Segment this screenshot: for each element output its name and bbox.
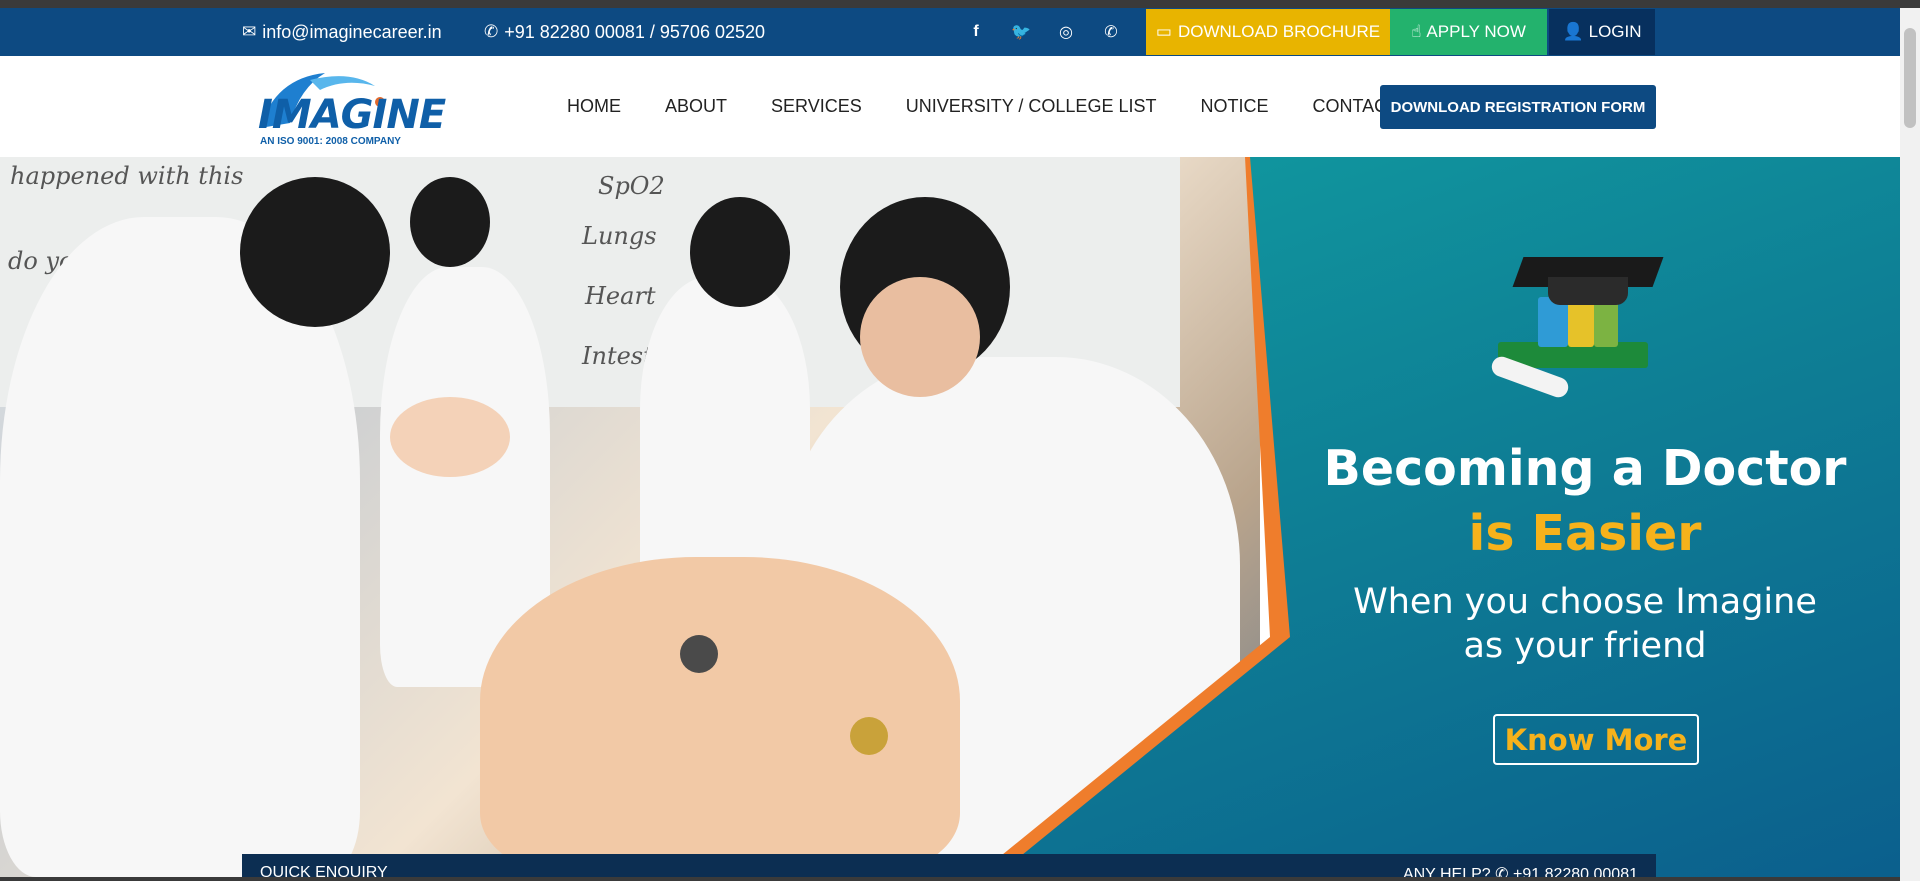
- mail-icon: ✉: [242, 22, 257, 41]
- imagine-logo[interactable]: IMAGINE AN ISO 9001: 2008 COMPANY: [240, 68, 446, 148]
- download-icon: ▭: [1155, 22, 1172, 41]
- student-head: [410, 177, 490, 267]
- login-button[interactable]: 👤 LOGIN: [1549, 9, 1655, 55]
- know-more-button[interactable]: Know More: [1493, 714, 1699, 765]
- download-registration-button[interactable]: DOWNLOAD REGISTRATION FORM: [1380, 85, 1656, 129]
- nav-item-services[interactable]: SERVICES: [771, 96, 862, 117]
- wb-text: SpO2: [598, 172, 665, 200]
- window-bottom-strip: [0, 877, 1900, 881]
- phone-text: +91 82280 00081 / 95706 02520: [504, 21, 766, 42]
- twitter-icon[interactable]: 🐦: [1010, 21, 1032, 43]
- student-face: [860, 277, 980, 397]
- hero-subtitle: When you choose Imagine as your friend: [1305, 580, 1865, 668]
- logo-tagline: AN ISO 9001: 2008 COMPANY: [260, 136, 401, 147]
- nav-item-notice[interactable]: NOTICE: [1200, 96, 1268, 117]
- nav-item-about[interactable]: ABOUT: [665, 96, 727, 117]
- manikin-sensor: [850, 717, 888, 755]
- phone-icon: ✆: [484, 22, 499, 41]
- wb-text: happened with this: [10, 162, 244, 190]
- hero-headline: Becoming a Doctor: [1323, 440, 1847, 497]
- hero-subtitle-line: as your friend: [1463, 626, 1707, 666]
- apply-label: APPLY NOW: [1426, 22, 1526, 41]
- logo-wordmark: IMAGINE: [258, 92, 446, 138]
- student-head: [240, 177, 390, 327]
- top-contact-bar: ✉ info@imaginecareer.in ✆ +91 82280 0008…: [0, 8, 1900, 56]
- student-head: [690, 197, 790, 307]
- cap-base: [1548, 277, 1628, 305]
- manikin-feet: [390, 397, 510, 477]
- user-icon: 👤: [1562, 22, 1584, 41]
- download-brochure-button[interactable]: ▭ DOWNLOAD BROCHURE: [1146, 9, 1390, 55]
- hero-subtitle-line: When you choose Imagine: [1353, 582, 1817, 622]
- hero-banner: happened with this SpO2 Lungs Heart Inte…: [0, 157, 1900, 881]
- stethoscope: [680, 635, 718, 673]
- hero-headline-highlight: is Easier: [1468, 505, 1702, 562]
- nav-item-university-list[interactable]: UNIVERSITY / COLLEGE LIST: [906, 96, 1157, 117]
- email-text: info@imaginecareer.in: [262, 21, 442, 42]
- login-label: LOGIN: [1588, 22, 1642, 41]
- brochure-label: DOWNLOAD BROCHURE: [1177, 22, 1381, 41]
- whatsapp-icon[interactable]: ✆: [1100, 21, 1122, 43]
- apply-now-button[interactable]: ☝ APPLY NOW: [1390, 9, 1547, 55]
- main-navbar: IMAGINE AN ISO 9001: 2008 COMPANY HOME A…: [0, 56, 1900, 157]
- facebook-icon[interactable]: f: [965, 21, 987, 43]
- page-scrollbar[interactable]: [1900, 8, 1920, 881]
- wb-text: Heart: [585, 282, 656, 310]
- medical-manikin: [480, 557, 960, 877]
- nav-item-home[interactable]: HOME: [567, 96, 621, 117]
- nav-menu: HOME ABOUT SERVICES UNIVERSITY / COLLEGE…: [567, 56, 1442, 157]
- email-contact[interactable]: ✉ info@imaginecareer.in: [242, 8, 442, 56]
- scrollbar-thumb[interactable]: [1904, 28, 1916, 128]
- phone-contact[interactable]: ✆ +91 82280 00081 / 95706 02520: [484, 8, 765, 56]
- graduation-cap-books-icon: [1488, 237, 1664, 417]
- window-top-strip: [0, 0, 1920, 8]
- wb-text: Lungs: [582, 222, 657, 250]
- social-links: f 🐦 ◎ ✆: [965, 8, 1145, 56]
- hero-photo: happened with this SpO2 Lungs Heart Inte…: [0, 157, 1260, 881]
- hand-pointer-icon: ☝: [1411, 22, 1422, 41]
- instagram-icon[interactable]: ◎: [1055, 21, 1077, 43]
